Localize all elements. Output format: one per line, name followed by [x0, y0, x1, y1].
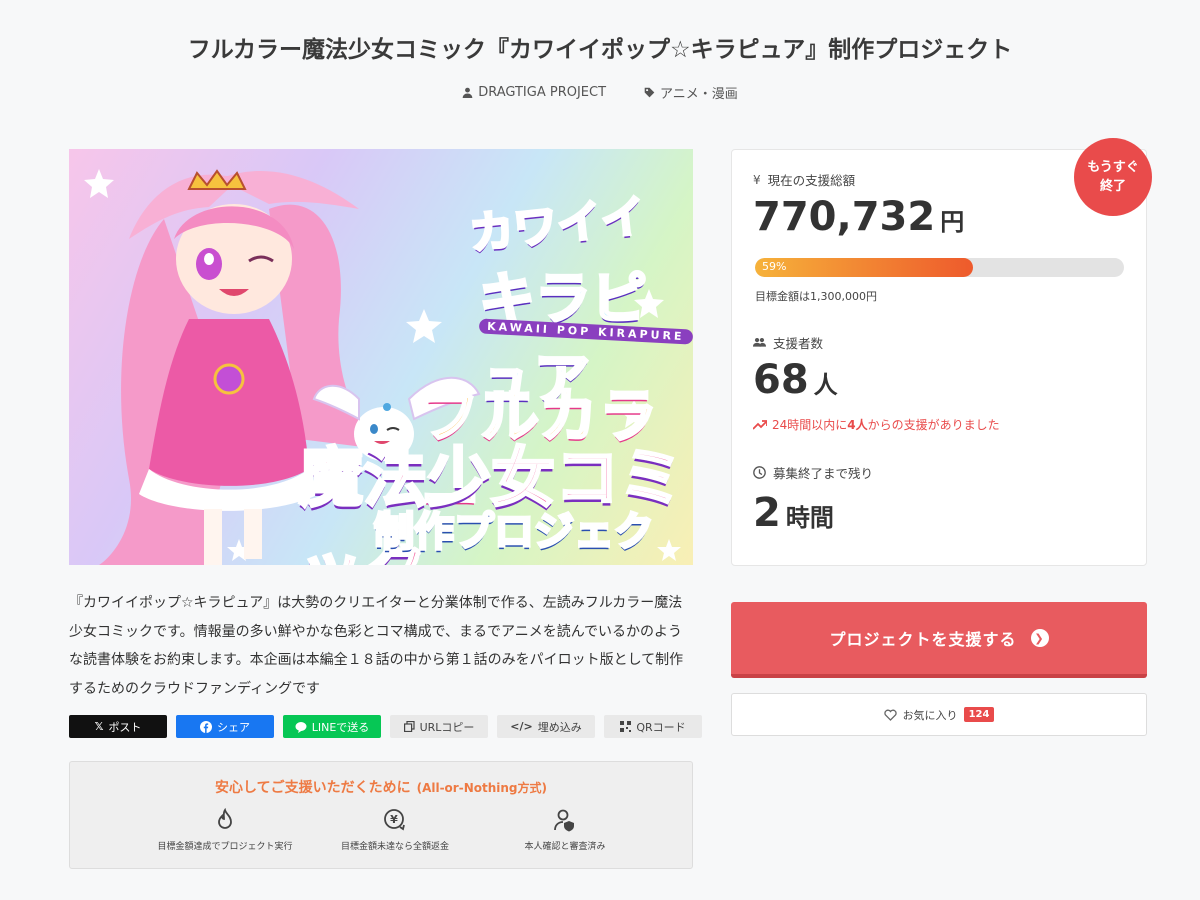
- owner-name: DRAGTIGA PROJECT: [478, 85, 607, 100]
- flame-icon: [218, 808, 232, 829]
- share-facebook-button[interactable]: シェア: [176, 715, 274, 738]
- hero-headline-3: 制作プロジェクト!: [373, 508, 656, 557]
- share-x-button[interactable]: 𝕏 ポスト: [69, 715, 167, 738]
- project-description: 『カワイイポップ☆キラピュア』は大勢のクリエイターと分業体制で作る、左読みフルカ…: [69, 595, 684, 697]
- total-label: ¥ 現在の支援総額: [753, 172, 856, 189]
- qr-code-button[interactable]: QRコード: [604, 715, 702, 738]
- total-amount: 770,732 円: [753, 194, 965, 240]
- safety-heading: 安心してご支援いただくために (All-or-Nothing方式): [214, 780, 547, 796]
- project-meta: DRAGTIGA PROJECT アニメ・漫画: [0, 83, 1200, 102]
- recent-backers-notice: 24時間以内に4人からの支援がありました: [753, 416, 1000, 433]
- safety-item-verified: 本人確認と審査済み: [480, 808, 650, 852]
- category-name: アニメ・漫画: [660, 87, 738, 102]
- copy-url-button[interactable]: URLコピー: [390, 715, 488, 738]
- favorite-button[interactable]: お気に入り 124: [731, 693, 1147, 736]
- safety-item-execution: 目標金額達成でプロジェクト実行: [140, 808, 310, 852]
- facebook-icon: [200, 720, 212, 733]
- remaining-label: 募集終了まで残り: [753, 463, 873, 482]
- favorite-label: お気に入り: [902, 708, 958, 722]
- yen-icon: ¥: [753, 172, 761, 187]
- verified-user-icon: [554, 809, 574, 832]
- copy-url-label: URLコピー: [419, 720, 475, 734]
- backers-label: 支援者数: [753, 333, 823, 352]
- heart-icon: [883, 709, 897, 721]
- clock-icon: [753, 466, 766, 479]
- refund-icon: ¥: [384, 809, 405, 831]
- support-project-button[interactable]: プロジェクトを支援する ❯: [731, 602, 1147, 678]
- safety-panel: 安心してご支援いただくために (All-or-Nothing方式) 目標金額達成で…: [69, 761, 693, 869]
- trending-up-icon: [753, 419, 767, 430]
- safety-subheading: (All-or-Nothing方式): [416, 781, 547, 795]
- chevron-right-icon: ❯: [1030, 629, 1049, 647]
- safety-item-refund: ¥ 目標金額未達なら全額返金: [310, 808, 480, 852]
- category-link[interactable]: アニメ・漫画: [644, 83, 738, 102]
- page-title: フルカラー魔法少女コミック『カワイイポップ☆キラピュア』制作プロジェクト: [187, 37, 1013, 63]
- share-line-label: LINEで送る: [311, 720, 370, 734]
- support-project-label: プロジェクトを支援する: [829, 630, 1017, 649]
- svg-text:¥: ¥: [390, 813, 398, 826]
- tag-icon: [644, 87, 655, 98]
- goal-amount: 目標金額は1,300,000円: [755, 290, 877, 303]
- share-facebook-label: シェア: [217, 720, 250, 734]
- embed-label: 埋め込み: [537, 720, 582, 734]
- share-x-label: ポスト: [108, 720, 142, 734]
- share-line-button[interactable]: LINEで送る: [283, 715, 381, 738]
- user-icon: [462, 87, 473, 98]
- backers-count: 68 人: [753, 357, 838, 403]
- progress-bar: 59%: [755, 258, 1124, 277]
- favorite-count-badge: 124: [963, 707, 995, 722]
- qr-code-label: QRコード: [636, 720, 686, 734]
- embed-button[interactable]: </> 埋め込み: [497, 715, 595, 738]
- progress-fill: [755, 258, 973, 277]
- remaining-time: 2 時間: [753, 490, 834, 536]
- ending-soon-badge: もうすぐ 終了: [1074, 138, 1152, 216]
- line-icon: [295, 721, 307, 733]
- qr-icon: [620, 721, 632, 732]
- copy-icon: [403, 721, 415, 732]
- share-bar: 𝕏 ポスト シェア LINEで送る URLコピー </> 埋め込み QRコード: [69, 715, 702, 738]
- code-icon: </>: [510, 720, 533, 733]
- users-icon: [753, 337, 766, 347]
- progress-percent: 59%: [762, 260, 787, 273]
- x-icon: 𝕏: [94, 720, 104, 733]
- hero-image: カワイイ キラピュア KAWAII POP KIRAPURE フルカラー 魔法少…: [69, 149, 693, 565]
- owner-link[interactable]: DRAGTIGA PROJECT: [462, 83, 606, 102]
